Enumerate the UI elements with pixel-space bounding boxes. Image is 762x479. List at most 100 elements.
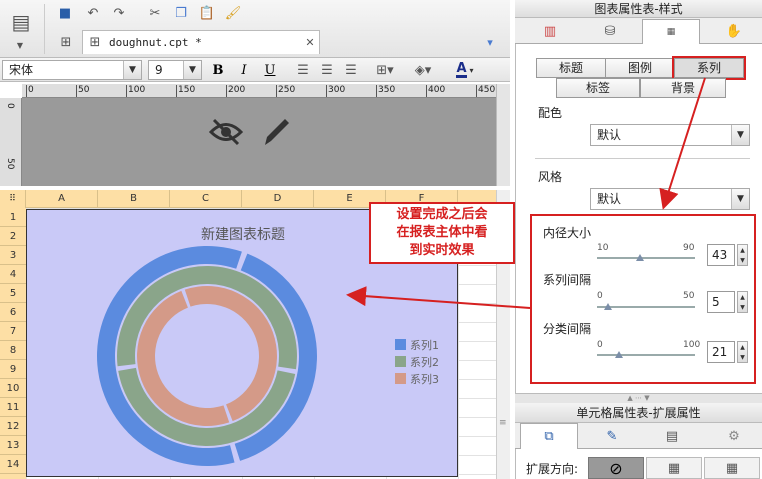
tab-label[interactable]: 标签 — [556, 78, 640, 98]
ruler-tick: 350 — [376, 85, 396, 97]
expand-vertical-button[interactable]: ▦ — [646, 457, 702, 479]
border-icon[interactable]: ⊞▾ — [372, 61, 398, 79]
preview-icon[interactable]: ▤ — [6, 6, 36, 38]
style-select[interactable]: 默认 ▼ — [590, 188, 750, 210]
category-gap-knob[interactable] — [615, 351, 623, 358]
column-header[interactable]: A — [26, 190, 98, 208]
color-label: 配色 — [538, 106, 563, 120]
copy-icon[interactable]: ❐ — [172, 4, 190, 22]
row-header[interactable]: 7 — [0, 322, 26, 341]
tab-background[interactable]: 背景 — [640, 78, 726, 98]
sheet-corner[interactable]: ⠿ — [0, 190, 26, 208]
inner-radius-slider[interactable] — [597, 257, 695, 259]
color-select[interactable]: 默认 ▼ — [590, 124, 750, 146]
tab-series[interactable]: 系列 — [672, 56, 746, 80]
row-header[interactable]: 3 — [0, 246, 26, 265]
tab-title[interactable]: 标题 — [536, 58, 606, 78]
file-tab[interactable]: ⊞ doughnut.cpt * ✕ — [82, 30, 320, 54]
row-header[interactable]: 11 — [0, 398, 26, 417]
save-icon[interactable]: ■ — [56, 4, 74, 22]
style-tab-icon[interactable]: ▦ — [642, 19, 700, 44]
italic-button[interactable]: I — [236, 61, 252, 79]
legend-swatch — [395, 339, 406, 350]
hide-eye-icon[interactable] — [206, 112, 246, 152]
inner-radius-stepper[interactable]: ▲ ▼ — [737, 244, 748, 266]
align-center-icon[interactable]: ☰ — [318, 61, 336, 79]
series-gap-stepper[interactable]: ▲ ▼ — [737, 291, 748, 313]
color-select-value: 默认 — [597, 128, 622, 142]
panel-splitter[interactable]: ▲ ⋯ ▼ — [515, 393, 762, 403]
row-header[interactable]: 14 — [0, 455, 26, 474]
expand-tab-icon[interactable]: ⧉ — [520, 423, 578, 449]
row-header[interactable]: 5 — [0, 284, 26, 303]
new-report-icon[interactable]: ⊞ — [56, 32, 76, 52]
row-header[interactable]: 6 — [0, 303, 26, 322]
font-size-value: 9 — [155, 63, 163, 77]
category-gap-value: 21 — [712, 345, 728, 359]
data-source-icon[interactable]: ⛁ — [590, 20, 630, 42]
align-left-icon[interactable]: ☰ — [294, 61, 312, 79]
row-header[interactable]: 13 — [0, 436, 26, 455]
inner-radius-input[interactable]: 43 — [707, 244, 735, 266]
category-gap-slider[interactable] — [597, 354, 695, 356]
column-header[interactable]: C — [170, 190, 242, 208]
row-header[interactable]: 9 — [0, 360, 26, 379]
redo-icon[interactable]: ↷ — [110, 4, 128, 22]
cell-format-icon[interactable]: ▤ — [652, 425, 692, 447]
inner-radius-label: 内径大小 — [543, 226, 592, 240]
align-right-icon[interactable]: ☰ — [342, 61, 360, 79]
dropdown-icon[interactable]: ▼ — [14, 40, 26, 50]
column-header[interactable]: D — [242, 190, 314, 208]
chart-type-icon[interactable]: ▥ — [530, 20, 570, 42]
close-tab-icon[interactable]: ✕ — [303, 35, 317, 49]
category-gap-input[interactable]: 21 — [707, 341, 735, 363]
format-brush-icon[interactable]: 🖌 — [224, 4, 242, 22]
file-tab-label: doughnut.cpt * — [109, 36, 202, 49]
font-family-select[interactable]: 宋体 ▼ — [2, 60, 142, 80]
grid-file-icon: ⊞ — [89, 34, 101, 50]
series-gap-input[interactable]: 5 — [707, 291, 735, 313]
underline-button[interactable]: U — [262, 61, 278, 79]
cut-icon[interactable]: ✂ — [146, 4, 164, 22]
font-color-button[interactable]: A ▾ — [450, 61, 480, 79]
font-size-select[interactable]: 9 ▼ — [148, 60, 202, 80]
annotation-line-2: 在报表主体中看 — [396, 225, 488, 240]
ruler-horizontal — [22, 84, 496, 98]
bold-button[interactable]: B — [210, 61, 226, 79]
expand-direction-label: 扩展方向: — [526, 462, 579, 476]
cell-style-icon[interactable]: ✎ — [592, 425, 632, 447]
series-gap-knob[interactable] — [604, 303, 612, 310]
row-header-bar: 1 2 3 4 5 6 7 8 9 10 11 12 13 14 — [0, 208, 26, 479]
inner-radius-knob[interactable] — [636, 254, 644, 261]
chart-legend: 系列1 系列2 系列3 — [395, 336, 439, 387]
paste-icon[interactable]: 📋 — [198, 4, 216, 22]
inner-max: 90 — [683, 243, 695, 253]
panel-title: 图表属性表-样式 — [515, 0, 762, 18]
category-gap-max: 100 — [683, 340, 701, 350]
expand-horizontal-button[interactable]: ▦ — [704, 457, 760, 479]
column-header[interactable]: B — [98, 190, 170, 208]
row-header[interactable]: 1 — [0, 208, 26, 227]
effects-icon[interactable]: ✋ — [714, 20, 754, 42]
scroll-grip-icon[interactable]: ≡ — [499, 418, 507, 428]
ruler-v-50: 50 — [5, 158, 15, 170]
expand-none-button[interactable]: ⊘ — [588, 457, 644, 479]
category-gap-min: 0 — [597, 340, 603, 350]
category-gap-stepper[interactable]: ▲ ▼ — [737, 341, 748, 363]
fill-color-icon[interactable]: ◈▾ — [410, 61, 436, 79]
tab-menu-icon[interactable]: ▾ — [480, 34, 500, 50]
inner-radius-value: 43 — [712, 248, 728, 262]
undo-icon[interactable]: ↶ — [84, 4, 102, 22]
row-header[interactable]: 2 — [0, 227, 26, 246]
row-header[interactable]: 10 — [0, 379, 26, 398]
cell-panel-title: 单元格属性表-扩展属性 — [515, 403, 762, 423]
row-header[interactable]: 4 — [0, 265, 26, 284]
font-family-value: 宋体 — [9, 63, 34, 77]
legend-item: 系列3 — [395, 370, 439, 387]
row-header[interactable]: 8 — [0, 341, 26, 360]
annotation-line-3: 到实时效果 — [409, 243, 475, 258]
edit-pencil-icon[interactable] — [258, 112, 294, 152]
cell-settings-icon[interactable]: ⚙ — [714, 425, 754, 447]
row-header[interactable]: 12 — [0, 417, 26, 436]
tab-legend[interactable]: 图例 — [605, 58, 675, 78]
